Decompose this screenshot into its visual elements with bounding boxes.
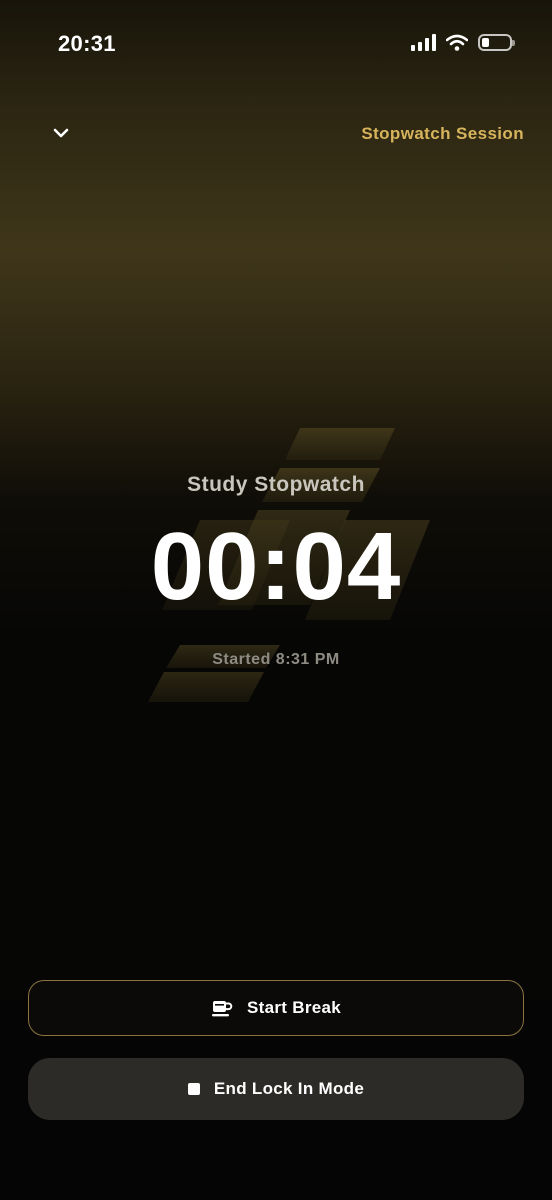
end-lock-in-button[interactable]: End Lock In Mode — [28, 1058, 524, 1120]
start-break-label: Start Break — [246, 998, 341, 1017]
status-time: 20:31 — [58, 31, 116, 56]
start-break-button[interactable]: Start Break — [28, 980, 524, 1036]
wifi-icon — [446, 34, 468, 51]
battery-icon — [478, 33, 515, 51]
collapse-button[interactable] — [44, 116, 78, 150]
timer-display: 00:04 — [150, 513, 402, 620]
page-title: Stopwatch Session — [361, 124, 524, 143]
coffee-cup-icon — [211, 1001, 233, 1017]
started-time: Started 8:31 PM — [212, 651, 340, 668]
stop-icon — [187, 1083, 200, 1095]
end-lock-in-label: End Lock In Mode — [213, 1079, 365, 1098]
status-icons — [411, 33, 515, 51]
chevron-down-icon — [53, 128, 69, 138]
stopwatch-session-screen: 20:31 Stopwatch Session Study Stopwatch … — [0, 0, 552, 1200]
session-label: Study Stopwatch — [187, 473, 365, 496]
status-bar: 20:31 — [0, 0, 552, 90]
header: Stopwatch Session — [0, 112, 552, 158]
cellular-signal-icon — [411, 33, 436, 51]
battery-level — [482, 37, 489, 47]
